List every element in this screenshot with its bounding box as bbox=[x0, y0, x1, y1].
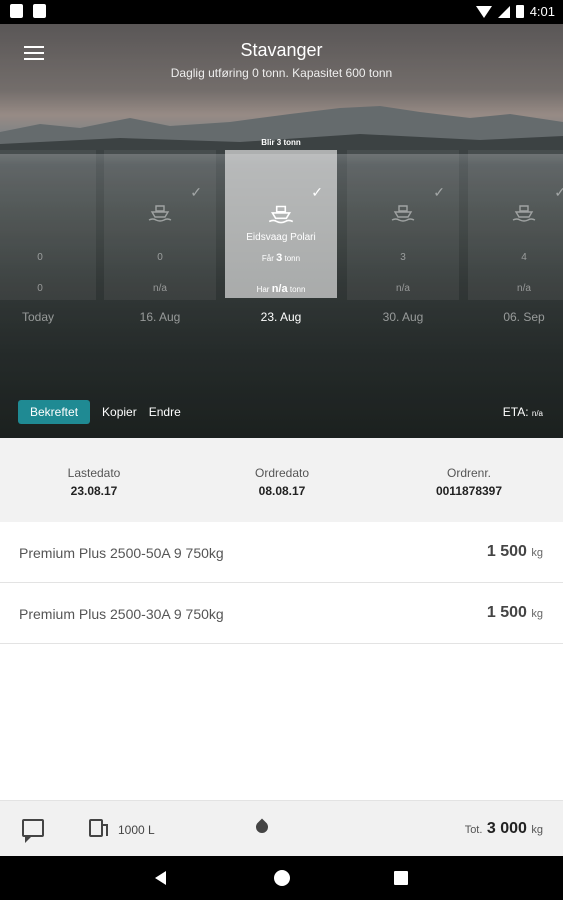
boat-icon bbox=[148, 205, 172, 222]
day-value-1: 0 bbox=[37, 252, 43, 263]
order-total: Tot. 3 000 kg bbox=[464, 820, 543, 837]
sim-card-icon bbox=[10, 4, 23, 18]
fuel-pump-icon[interactable] bbox=[89, 819, 108, 837]
clock: 4:01 bbox=[529, 4, 555, 19]
status-bar: 4:01 bbox=[0, 0, 563, 24]
day-value-2: 0 bbox=[37, 283, 43, 294]
home-icon[interactable] bbox=[274, 870, 290, 886]
day-card-16-aug[interactable]: ✓ 0 n/a bbox=[104, 150, 216, 300]
wifi-icon bbox=[475, 5, 492, 18]
order-line-item[interactable]: Premium Plus 2500-30A 9 750kg 1 500 kg bbox=[0, 584, 563, 644]
boat-icon bbox=[268, 205, 294, 224]
planned-total: Blir 3 tonn bbox=[261, 138, 301, 147]
check-icon: ✓ bbox=[554, 184, 563, 200]
check-icon: ✓ bbox=[190, 184, 202, 200]
has-amount: Har n/a tonn bbox=[256, 283, 306, 295]
eta: ETA: n/a bbox=[502, 405, 543, 419]
product-quantity: 1 500 kg bbox=[486, 604, 543, 621]
hero-panel: Stavanger Daglig utføring 0 tonn. Kapasi… bbox=[0, 24, 563, 438]
order-footer: 1000 L Tot. 3 000 kg bbox=[0, 800, 563, 856]
day-value-1: 4 bbox=[521, 252, 527, 263]
water-drop-icon[interactable] bbox=[253, 818, 271, 836]
date-16-aug[interactable]: 16. Aug bbox=[104, 310, 216, 324]
page-subtitle: Daglig utføring 0 tonn. Kapasitet 600 to… bbox=[170, 66, 393, 80]
chat-icon[interactable] bbox=[22, 819, 44, 843]
date-23-aug[interactable]: 23. Aug bbox=[225, 310, 337, 324]
date-row: Today 16. Aug 23. Aug 30. Aug 06. Sep bbox=[0, 310, 563, 330]
copy-button[interactable]: Kopier bbox=[102, 405, 137, 419]
page-title: Stavanger bbox=[240, 40, 323, 60]
date-06-sep[interactable]: 06. Sep bbox=[468, 310, 563, 324]
vessel-name: Eidsvaag Polari bbox=[246, 232, 316, 243]
day-card-06-sep[interactable]: ✓ 4 n/a bbox=[468, 150, 563, 300]
confirmed-status-button[interactable]: Bekreftet bbox=[18, 400, 91, 424]
receives-amount: Får 3 tonn bbox=[261, 252, 301, 264]
check-icon: ✓ bbox=[433, 184, 445, 200]
boat-icon bbox=[391, 205, 415, 222]
day-value-2: n/a bbox=[153, 283, 167, 294]
boat-icon bbox=[512, 205, 536, 222]
order-actions: Bekreftet Kopier Endre bbox=[18, 400, 181, 424]
fuel-amount: 1000 L bbox=[118, 823, 155, 837]
product-name: Premium Plus 2500-50A 9 750kg bbox=[19, 545, 224, 561]
edit-button[interactable]: Endre bbox=[149, 405, 181, 419]
signal-icon bbox=[497, 5, 510, 18]
day-card-23-aug[interactable]: Blir 3 tonn ✓ Eidsvaag Polari Får 3 tonn… bbox=[225, 138, 337, 298]
day-card-30-aug[interactable]: ✓ 3 n/a bbox=[347, 150, 459, 300]
order-line-item[interactable]: Premium Plus 2500-50A 9 750kg 1 500 kg bbox=[0, 523, 563, 583]
day-value-1: 0 bbox=[157, 252, 163, 263]
check-icon: ✓ bbox=[311, 184, 323, 200]
order-date: Ordredato 08.08.17 bbox=[254, 466, 310, 498]
loading-date: Lastedato 23.08.17 bbox=[67, 466, 121, 498]
navigation-bar bbox=[0, 856, 563, 900]
day-selector: 0 0 ✓ 0 n/a Blir 3 tonn ✓ Eidsvaag Polar… bbox=[0, 138, 563, 300]
recent-apps-icon[interactable] bbox=[394, 871, 408, 885]
date-today[interactable]: Today bbox=[0, 310, 94, 324]
app-notification-icon bbox=[33, 4, 46, 18]
day-value-2: n/a bbox=[517, 283, 531, 294]
day-value-1: 3 bbox=[400, 252, 406, 263]
date-30-aug[interactable]: 30. Aug bbox=[347, 310, 459, 324]
order-number: Ordrenr. 0011878397 bbox=[435, 466, 503, 498]
day-value-2: n/a bbox=[396, 283, 410, 294]
product-quantity: 1 500 kg bbox=[486, 543, 543, 560]
back-icon[interactable] bbox=[155, 871, 166, 885]
product-name: Premium Plus 2500-30A 9 750kg bbox=[19, 606, 224, 622]
day-card-today[interactable]: 0 0 bbox=[0, 150, 96, 300]
order-info: Lastedato 23.08.17 Ordredato 08.08.17 Or… bbox=[0, 438, 563, 522]
battery-icon bbox=[515, 5, 524, 18]
